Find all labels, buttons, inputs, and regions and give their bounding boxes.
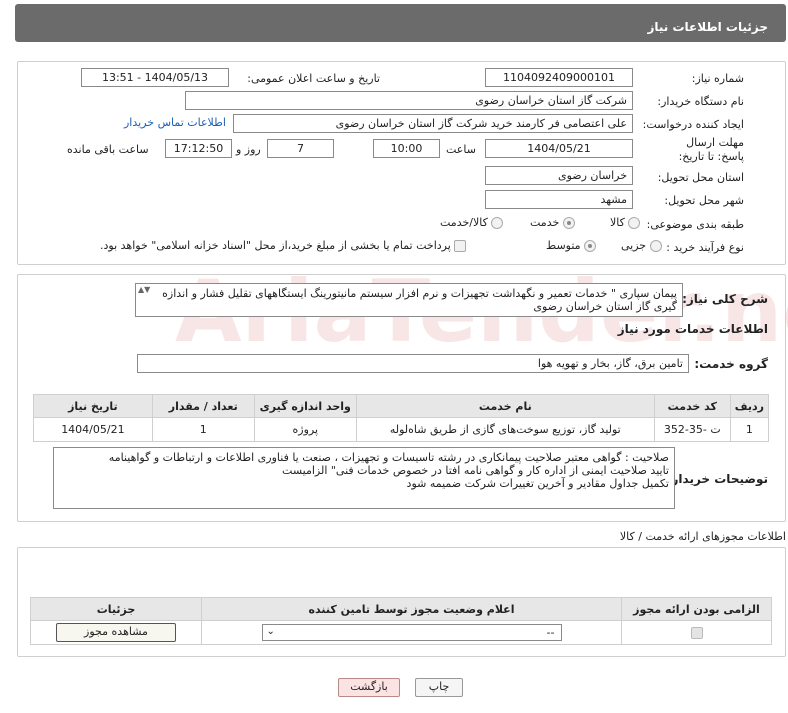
back-button[interactable]: بازگشت: [338, 678, 400, 697]
radio-icon[interactable]: [649, 240, 662, 252]
permit-status-select[interactable]: -- ⌄: [261, 624, 562, 641]
services-table-header: ردیف کد خدمت نام خدمت واحد اندازه گیری ت…: [33, 394, 770, 418]
col-service-code: کد خدمت: [653, 394, 731, 418]
col-permit-status: اعلام وضعیت مجوز توسط تامین کننده: [201, 597, 622, 621]
buyer-contact-link[interactable]: اطلاعات تماس خریدار: [124, 116, 226, 129]
col-unit: واحد اندازه گیری: [253, 394, 357, 418]
chevron-down-icon: ⌄: [266, 626, 275, 637]
process-option-label: متوسط: [546, 239, 581, 252]
col-quantity: تعداد / مقدار: [151, 394, 255, 418]
category-option-goods[interactable]: کالا: [610, 216, 641, 229]
services-table: ردیف کد خدمت نام خدمت واحد اندازه گیری ت…: [33, 394, 770, 442]
summary-textarea[interactable]: پیمان سپاری " خدمات تعمیر و نگهداشت تجهی…: [135, 283, 683, 317]
province-label: استان محل تحویل:: [657, 171, 744, 184]
radio-selected-icon[interactable]: [584, 240, 597, 252]
cell-service-name: تولید گاز، توزیع سوخت‌های گازی از طریق ش…: [355, 417, 655, 442]
scroll-arrows-icon[interactable]: ▲▼: [138, 285, 150, 297]
process-option-minor[interactable]: جزیی: [621, 239, 662, 252]
page-header: جزئیات اطلاعات نیاز: [15, 4, 786, 42]
deadline-time-label: ساعت: [446, 143, 476, 156]
process-option-medium[interactable]: متوسط: [546, 239, 597, 252]
process-option-label: جزیی: [621, 239, 647, 252]
table-row: 1 ت -35-352 تولید گاز، توزیع سوخت‌های گا…: [33, 417, 770, 442]
remaining-days-label: روز و: [236, 143, 261, 156]
deadline-label: مهلت ارسال پاسخ: تا تاریخ:: [678, 136, 744, 163]
remaining-time-label: ساعت باقی مانده: [67, 143, 149, 156]
col-service-name: نام خدمت: [355, 394, 655, 418]
service-group-label: گروه خدمت:: [694, 357, 768, 371]
buyer-org-field[interactable]: شرکت گاز استان خراسان رضوی: [185, 91, 633, 110]
summary-text: پیمان سپاری " خدمات تعمیر و نگهداشت تجهی…: [162, 287, 677, 313]
cell-quantity: 1: [151, 417, 255, 442]
buyer-notes-line: تایید صلاحیت ایمنی از اداره کار و گواهی …: [282, 464, 669, 477]
permits-table: الزامی بودن ارائه مجوز اعلام وضعیت مجوز …: [30, 597, 772, 645]
category-option-label: کالا/خدمت: [440, 216, 488, 229]
permits-table-header: الزامی بودن ارائه مجوز اعلام وضعیت مجوز …: [30, 597, 772, 621]
buyer-notes-line: صلاحیت : گواهی معتبر صلاحیت پیمانکاری در…: [108, 451, 669, 464]
category-label: طبقه بندی موضوعی:: [646, 218, 744, 231]
required-checkbox-icon[interactable]: [690, 627, 703, 639]
radio-icon[interactable]: [628, 217, 641, 229]
view-permit-button[interactable]: مشاهده مجوز: [56, 623, 176, 642]
category-option-label: کالا: [610, 216, 625, 229]
buyer-notes-textarea[interactable]: صلاحیت : گواهی معتبر صلاحیت پیمانکاری در…: [53, 447, 675, 509]
process-label: نوع فرآیند خرید :: [666, 241, 744, 254]
cell-permit-required: [621, 620, 772, 645]
buyer-notes-label: توضیحات خریدار:: [666, 472, 768, 486]
col-need-date: تاریخ نیاز: [33, 394, 153, 418]
services-section-title: اطلاعات خدمات مورد نیاز: [617, 322, 768, 336]
need-number-label: شماره نیاز:: [691, 72, 744, 85]
announce-datetime-field[interactable]: 1404/05/13 - 13:51: [81, 68, 229, 87]
cell-unit: پروژه: [253, 417, 357, 442]
treasury-payment-note: پرداخت تمام یا بخشی از مبلغ خرید،از محل …: [100, 239, 451, 252]
province-field[interactable]: خراسان رضوی: [485, 166, 633, 185]
announce-datetime-label: تاریخ و ساعت اعلان عمومی:: [247, 72, 380, 85]
radio-icon[interactable]: [491, 217, 504, 229]
permits-section-title: اطلاعات مجوزهای ارائه خدمت / کالا: [619, 530, 786, 543]
radio-selected-icon[interactable]: [562, 217, 575, 229]
cell-service-code: ت -35-352: [653, 417, 731, 442]
print-button[interactable]: چاپ: [415, 678, 463, 697]
col-row-number: ردیف: [729, 394, 770, 418]
category-option-goods-service[interactable]: کالا/خدمت: [440, 216, 504, 229]
requester-field[interactable]: علی اعتصامی فر کارمند خرید شرکت گاز استا…: [233, 114, 633, 133]
remaining-time-field[interactable]: 17:12:50: [165, 139, 232, 158]
need-number-field[interactable]: 1104092409000101: [485, 68, 633, 87]
table-row: -- ⌄ مشاهده مجوز: [30, 620, 772, 645]
summary-label: شرح کلی نیاز:: [682, 292, 768, 306]
remaining-days-field[interactable]: 7: [267, 139, 334, 158]
col-permit-required: الزامی بودن ارائه مجوز: [621, 597, 772, 621]
buyer-notes-line: تکمیل جداول مقادیر و آخرین تغییرات شرکت …: [406, 477, 669, 490]
city-field[interactable]: مشهد: [485, 190, 633, 209]
cell-need-date: 1404/05/21: [33, 417, 153, 442]
requester-label: ایجاد کننده درخواست:: [642, 118, 744, 131]
deadline-date-field[interactable]: 1404/05/21: [485, 139, 633, 158]
cell-permit-details: مشاهده مجوز: [30, 620, 202, 645]
page-title: جزئیات اطلاعات نیاز: [647, 20, 768, 34]
deadline-time-field[interactable]: 10:00: [373, 139, 440, 158]
cell-permit-status: -- ⌄: [201, 620, 622, 645]
cell-row-number: 1: [729, 417, 770, 442]
buyer-org-label: نام دستگاه خریدار:: [657, 95, 744, 108]
service-group-field[interactable]: تامین برق، گاز، بخار و تهویه هوا: [137, 354, 689, 373]
city-label: شهر محل تحویل:: [664, 194, 744, 207]
treasury-payment-option[interactable]: پرداخت تمام یا بخشی از مبلغ خرید،از محل …: [100, 239, 467, 252]
category-option-service[interactable]: خدمت: [530, 216, 575, 229]
permit-status-value: --: [546, 626, 555, 639]
col-permit-details: جزئیات: [30, 597, 202, 621]
category-option-label: خدمت: [530, 216, 560, 229]
checkbox-icon[interactable]: [454, 240, 467, 252]
